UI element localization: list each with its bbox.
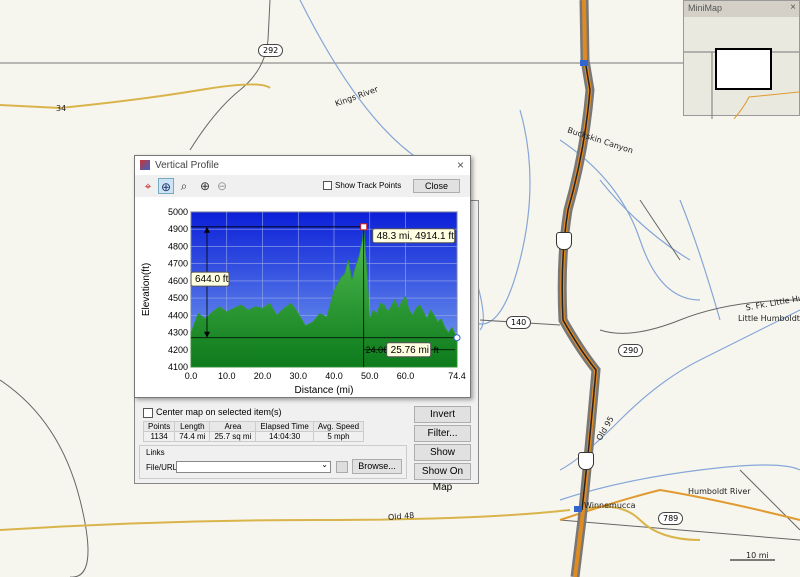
crosshair-icon[interactable]: ⌖ [140, 178, 156, 194]
links-group: Links File/URL: ⌄ Browse... [139, 445, 407, 479]
peak-marker [360, 223, 368, 231]
zoom-area-icon[interactable]: ⌕ [176, 178, 192, 194]
show-track-points-checkbox[interactable]: Show Track Points [323, 181, 402, 191]
route-789-shield: 789 [658, 512, 684, 525]
y-tick-label: 4700 [168, 259, 188, 269]
table-header: Length [174, 421, 211, 432]
y-tick-label: 5000 [168, 207, 188, 217]
x-tick-label: 50.0 [361, 371, 379, 381]
vertical-profile-window: Vertical Profile × ⌖ ⊕ ⌕ ⊕ ⊖ Show Track … [134, 155, 471, 398]
map-label: Little Humboldt [738, 314, 800, 323]
end-marker [453, 334, 461, 342]
track-start-marker [580, 60, 588, 66]
x-tick-label: 20.0 [254, 371, 272, 381]
app-icon [140, 160, 150, 170]
elevation-profile-chart[interactable]: 0.0 10.0 20.0 30.0 40.0 50.0 60.0 74.4 4100 4200… [135, 200, 470, 397]
open-link-icon[interactable] [336, 461, 348, 473]
y-tick-label: 4500 [168, 293, 188, 303]
invert-button[interactable]: Invert [414, 406, 471, 423]
table-row: Points Length Area Elapsed Time Avg. Spe… [142, 421, 365, 432]
table-header: Area [209, 421, 257, 432]
route-292-shield: 292 [258, 44, 284, 57]
center-map-checkbox[interactable]: Center map on selected item(s) [143, 407, 282, 418]
y-axis-ticks: 4100 4200 4300 4400 4500 4600 4700 4800 4900 5000 [168, 207, 188, 372]
y-tick-label: 4600 [168, 276, 188, 286]
checkbox-box[interactable] [143, 407, 153, 418]
zoom-in-icon[interactable]: ⊕ [197, 178, 213, 194]
y-tick-label: 4100 [168, 362, 188, 372]
y-tick-label: 4900 [168, 224, 188, 234]
minimap-viewport [715, 48, 772, 90]
y-tick-label: 4800 [168, 241, 188, 251]
x-tick-label: 0.0 [185, 371, 198, 381]
x-axis-label: Distance (mi) [295, 385, 354, 396]
file-url-input[interactable]: ⌄ [176, 460, 331, 473]
window-titlebar[interactable]: Vertical Profile × [135, 156, 470, 175]
table-cell: 74.4 mi [174, 431, 211, 442]
table-cell: 1134 [142, 431, 176, 442]
checkbox-box[interactable] [323, 181, 332, 191]
select-icon[interactable]: ⊕ [158, 178, 174, 194]
table-cell: 25.7 sq mi [209, 431, 257, 442]
show-on-map-button[interactable]: Show On Map [414, 463, 471, 493]
x-tick-label: 60.0 [397, 371, 415, 381]
us-highway-shield [578, 452, 594, 470]
table-header: Points [142, 421, 176, 432]
table-header: Elapsed Time [255, 421, 314, 432]
track-stats-table: Points Length Area Elapsed Time Avg. Spe… [142, 421, 365, 442]
center-map-label: Center map on selected item(s) [156, 407, 282, 417]
x-tick-label: 40.0 [325, 371, 343, 381]
x-axis-ticks: 0.0 10.0 20.0 30.0 40.0 50.0 60.0 74.4 [185, 371, 466, 381]
elevation-range-label: 644.0 ft [195, 274, 229, 285]
show-profile-button[interactable]: Show Profile... [414, 444, 471, 474]
zoom-out-icon[interactable]: ⊖ [214, 178, 230, 194]
table-row: 1134 74.4 mi 25.7 sq mi 14:04:30 5 mph [142, 431, 365, 442]
file-url-label: File/URL: [146, 463, 180, 472]
close-icon[interactable]: × [790, 2, 796, 13]
partial-unit-label: ft [434, 345, 440, 355]
filter-button[interactable]: Filter... [414, 425, 471, 442]
map-label: Humboldt River [688, 487, 751, 496]
minimap-title: MiniMap [684, 1, 799, 17]
y-tick-label: 4300 [168, 328, 188, 338]
minimap-panel[interactable]: MiniMap × [683, 0, 800, 120]
close-icon[interactable]: × [457, 156, 464, 175]
y-axis-label: Elevation(ft) [141, 263, 152, 316]
map-label: 34 [56, 104, 67, 113]
table-cell: 14:04:30 [255, 431, 314, 442]
us-highway-shield [556, 232, 572, 250]
distance-label: 25.76 mi [391, 345, 429, 356]
map-label: Winnemucca [584, 501, 636, 510]
profile-toolbar: ⌖ ⊕ ⌕ ⊕ ⊖ Show Track Points Close [135, 175, 470, 197]
window-title: Vertical Profile [155, 160, 219, 171]
links-label: Links [146, 448, 165, 457]
peak-label: 48.3 mi, 4914.1 ft [377, 231, 454, 242]
x-tick-label: 74.4 [448, 371, 466, 381]
scale-bar-label: 10 mi [746, 551, 769, 560]
table-cell: 5 mph [312, 431, 365, 442]
y-tick-label: 4400 [168, 310, 188, 320]
partial-distance-label: 24.06 [366, 345, 389, 355]
show-track-points-label: Show Track Points [335, 181, 402, 190]
track-end-marker [574, 506, 582, 512]
y-tick-label: 4200 [168, 345, 188, 355]
route-290-shield: 290 [618, 344, 644, 357]
table-header: Avg. Speed [312, 421, 365, 432]
minimap-canvas[interactable] [684, 17, 800, 120]
close-button[interactable]: Close [413, 179, 460, 193]
x-tick-label: 10.0 [218, 371, 236, 381]
route-140-shield: 140 [506, 316, 532, 329]
chevron-down-icon[interactable]: ⌄ [321, 460, 328, 469]
browse-button[interactable]: Browse... [352, 459, 402, 474]
x-tick-label: 30.0 [289, 371, 307, 381]
